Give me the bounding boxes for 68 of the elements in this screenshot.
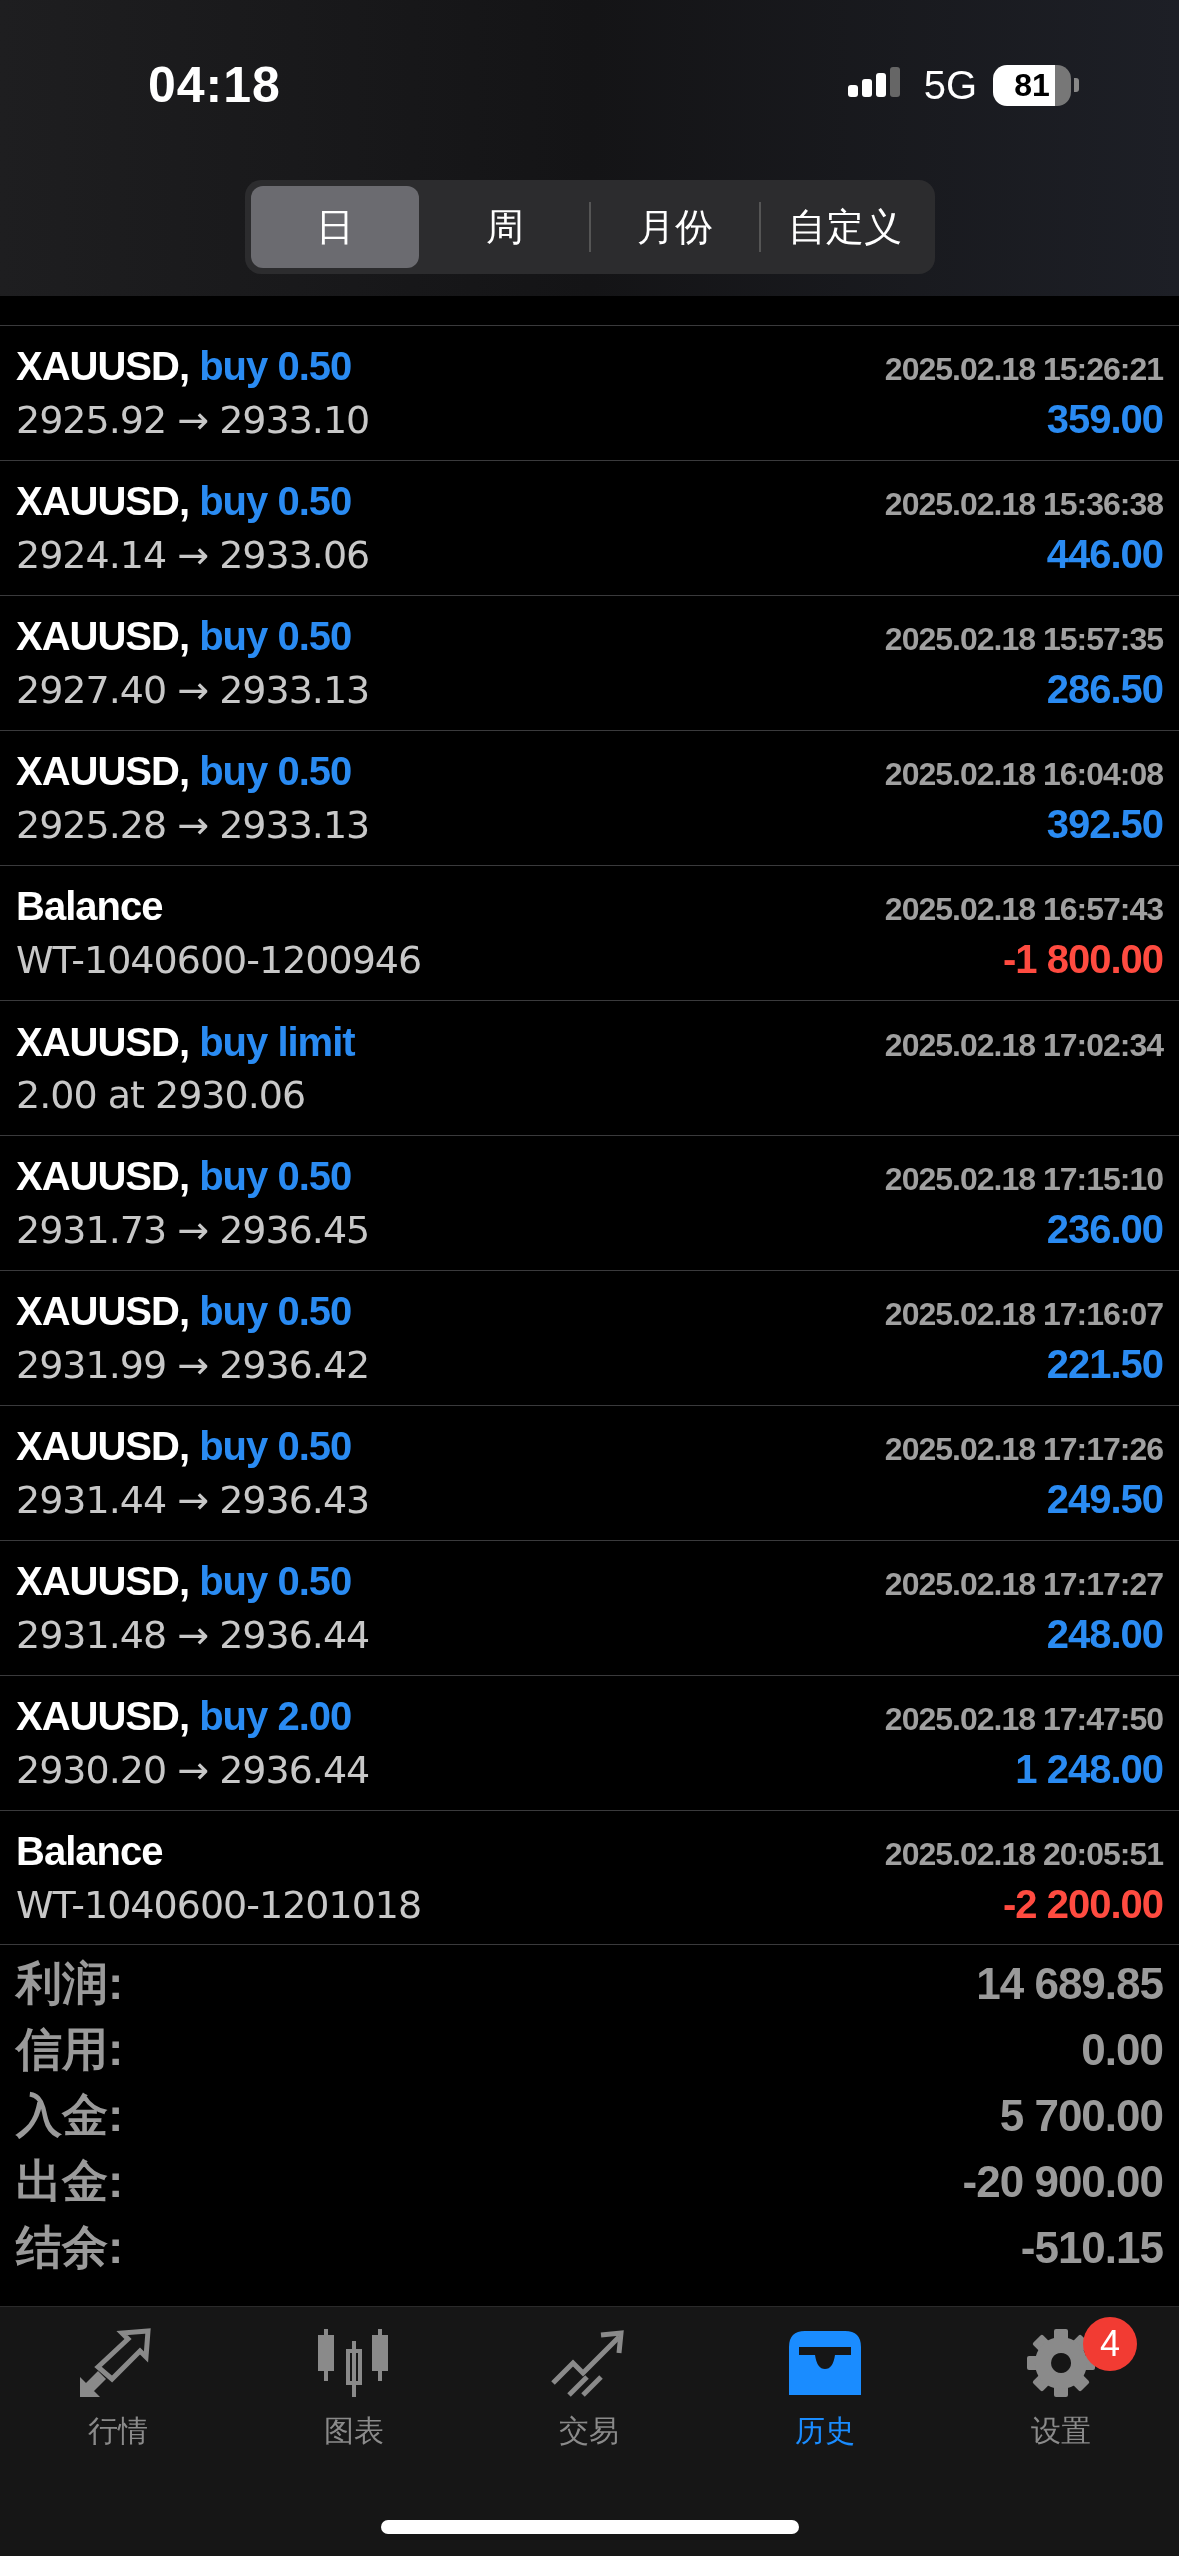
- profit-amount: 1 248.00: [1015, 1747, 1163, 1792]
- deal-title: XAUUSD, buy 0.50: [16, 479, 352, 524]
- profit-amount: 359.00: [1046, 397, 1163, 442]
- tab-bar-item[interactable]: 行情: [77, 2327, 158, 2452]
- deal-time: 2025.02.18 17:16:07: [884, 1296, 1163, 1333]
- price-range: 2930.20 → 2936.44: [16, 1748, 370, 1792]
- period-tab[interactable]: 自定义: [760, 186, 929, 268]
- summary-label: 结余:: [16, 2220, 124, 2275]
- deal-time: 2025.02.18 15:26:21: [884, 351, 1163, 388]
- deal-title: XAUUSD, buy 0.50: [16, 614, 352, 659]
- price-range: 2927.40 → 2933.13: [16, 668, 370, 712]
- price-range: 2931.73 → 2936.45: [16, 1208, 370, 1252]
- deal-title: XAUUSD, buy 0.50: [16, 1289, 352, 1334]
- tab-bar-item[interactable]: 交易: [549, 2327, 630, 2452]
- profit-amount: -1 800.00: [1002, 937, 1163, 982]
- period-tab[interactable]: 月份: [590, 186, 759, 268]
- clock-time: 04:18: [148, 56, 281, 114]
- summary-value: 5 700.00: [999, 2091, 1163, 2141]
- price-range: 2925.28 → 2933.13: [16, 803, 370, 847]
- summary-value: -510.15: [1020, 2223, 1163, 2273]
- summary-label: 信用:: [16, 2022, 124, 2077]
- deal-time: 2025.02.18 17:02:34: [884, 1026, 1163, 1064]
- profit-amount: 392.50: [1046, 802, 1163, 847]
- summary-label: 出金:: [16, 2154, 124, 2209]
- deal-time: 2025.02.18 17:17:26: [884, 1431, 1163, 1468]
- deal-time: 2025.02.18 17:17:27: [884, 1566, 1163, 1603]
- price-range: 2931.48 → 2936.44: [16, 1613, 370, 1657]
- deal-title: XAUUSD, buy 0.50: [16, 1424, 352, 1469]
- profit-amount: 236.00: [1046, 1207, 1163, 1252]
- profit-amount: 446.00: [1046, 532, 1163, 577]
- price-range: 2925.92 → 2933.10: [16, 398, 370, 442]
- deal-title: XAUUSD, buy 0.50: [16, 1559, 352, 1604]
- summary-value: -20 900.00: [962, 2157, 1163, 2207]
- order-detail: 2.00 at 2930.06: [16, 1072, 306, 1117]
- period-tab[interactable]: 日: [250, 186, 419, 268]
- transaction-id: WT-1040600-1201018: [16, 1883, 422, 1927]
- balance-title: Balance: [16, 884, 163, 929]
- transaction-id: WT-1040600-1200946: [16, 938, 422, 982]
- deal-time: 2025.02.18 20:05:51: [884, 1836, 1163, 1873]
- summary-value: 14 689.85: [976, 1959, 1163, 2009]
- tab-bar-item[interactable]: 图表: [313, 2327, 394, 2452]
- network-label: 5G: [923, 62, 977, 108]
- deal-time: 2025.02.18 16:57:43: [884, 891, 1163, 928]
- deal-title: XAUUSD, buy 0.50: [16, 1154, 352, 1199]
- profit-amount: 248.00: [1046, 1612, 1163, 1657]
- deal-time: 2025.02.18 15:57:35: [884, 621, 1163, 658]
- deal-time: 2025.02.18 16:04:08: [884, 756, 1163, 793]
- price-range: 2931.99 → 2936.42: [16, 1343, 370, 1387]
- profit-amount: 286.50: [1046, 667, 1163, 712]
- deal-title: XAUUSD, buy 2.00: [16, 1694, 352, 1739]
- deal-time: 2025.02.18 15:36:38: [884, 486, 1163, 523]
- price-range: 2931.44 → 2936.43: [16, 1478, 370, 1522]
- notification-badge: 4: [1083, 2317, 1138, 2371]
- deal-title: XAUUSD, buy 0.50: [16, 344, 352, 389]
- summary-label: 利润:: [16, 1956, 124, 2011]
- price-range: 2924.14 → 2933.06: [16, 533, 370, 577]
- deal-title: XAUUSD, buy 0.50: [16, 749, 352, 794]
- tab-bar-item[interactable]: 历史: [785, 2327, 866, 2452]
- deal-title: XAUUSD, buy limit: [16, 1019, 355, 1065]
- period-tab[interactable]: 周: [420, 186, 589, 268]
- balance-title: Balance: [16, 1829, 163, 1874]
- deal-time: 2025.02.18 17:15:10: [884, 1161, 1163, 1198]
- summary-label: 入金:: [16, 2088, 124, 2143]
- deal-time: 2025.02.18 17:47:50: [884, 1701, 1163, 1738]
- profit-amount: 221.50: [1046, 1342, 1163, 1387]
- summary-value: 0.00: [1081, 2025, 1163, 2075]
- profit-amount: 249.50: [1046, 1477, 1163, 1522]
- profit-amount: -2 200.00: [1002, 1882, 1163, 1927]
